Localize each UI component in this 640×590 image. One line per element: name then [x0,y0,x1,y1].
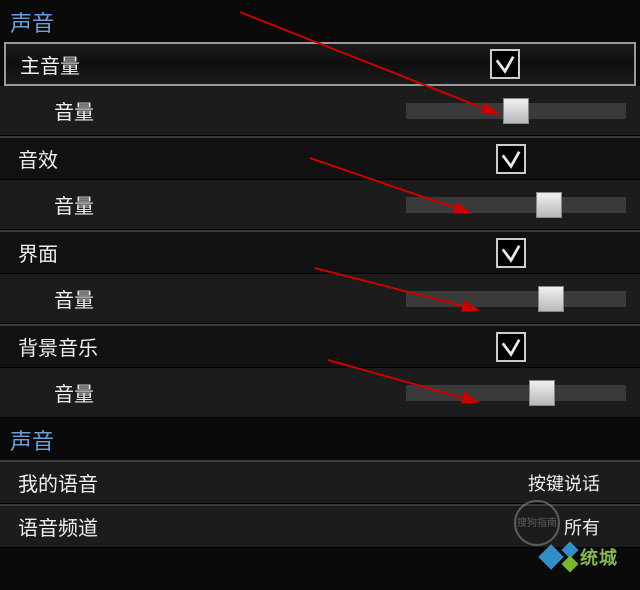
check-icon [500,336,522,358]
watermark-circle: 搜狗指南 [514,500,560,546]
diamond-icon [562,556,579,573]
group-bgm-label: 背景音乐 [18,332,98,361]
my-voice-label: 我的语音 [18,468,98,497]
slider-row-master: 音量 [0,86,640,136]
watermark-brand: 统城 [542,544,618,570]
group-bgm[interactable]: 背景音乐 [0,324,640,368]
slider-master-label: 音量 [54,96,94,125]
slider-sfx[interactable] [406,193,626,217]
slider-thumb[interactable] [536,192,562,218]
diamond-icon [538,544,563,569]
check-icon [500,242,522,264]
voice-channel-label: 语音频道 [18,512,98,541]
checkbox-master-volume[interactable] [490,49,520,79]
voice-channel-value: 所有 [564,514,600,540]
slider-ui[interactable] [406,287,626,311]
slider-sfx-label: 音量 [54,190,94,219]
slider-track [406,385,626,401]
slider-thumb[interactable] [538,286,564,312]
group-master-volume-label: 主音量 [20,50,80,79]
group-ui-label: 界面 [18,238,58,267]
row-my-voice[interactable]: 我的语音 按键说话 [0,460,640,504]
slider-thumb[interactable] [529,380,555,406]
slider-ui-label: 音量 [54,284,94,313]
group-sfx[interactable]: 音效 [0,136,640,180]
section-sound-title: 声音 [0,0,640,42]
slider-track [406,291,626,307]
group-sfx-label: 音效 [18,144,58,173]
group-ui[interactable]: 界面 [0,230,640,274]
slider-master[interactable] [406,99,626,123]
slider-row-ui: 音量 [0,274,640,324]
slider-row-sfx: 音量 [0,180,640,230]
my-voice-value: 按键说话 [528,470,600,496]
slider-row-bgm: 音量 [0,368,640,418]
check-icon [494,53,516,75]
checkbox-bgm[interactable] [496,332,526,362]
slider-bgm[interactable] [406,381,626,405]
watermark-text: 统城 [580,544,618,570]
group-master-volume[interactable]: 主音量 [4,42,636,86]
section-voice-title: 声音 [0,418,640,460]
checkbox-ui[interactable] [496,238,526,268]
slider-bgm-label: 音量 [54,378,94,407]
checkbox-sfx[interactable] [496,144,526,174]
slider-track [406,197,626,213]
check-icon [500,148,522,170]
slider-thumb[interactable] [503,98,529,124]
